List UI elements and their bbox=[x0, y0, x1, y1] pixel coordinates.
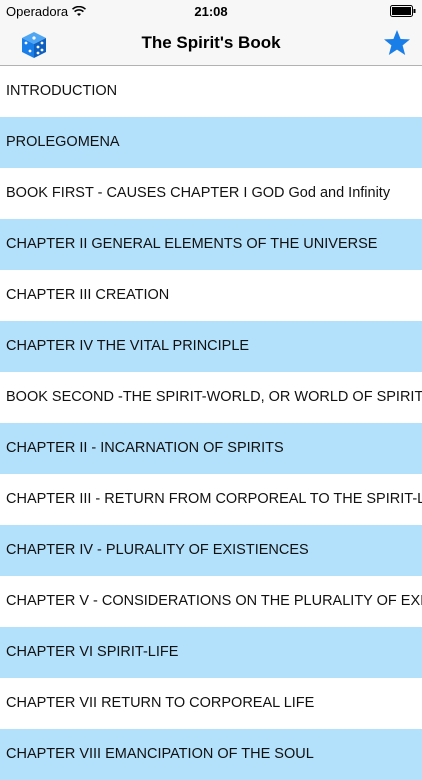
list-item[interactable]: CHAPTER V - CONSIDERATIONS ON THE PLURAL… bbox=[0, 576, 422, 627]
list-item[interactable]: CHAPTER VI SPIRIT-LIFE bbox=[0, 627, 422, 678]
list-item[interactable]: BOOK FIRST - CAUSES CHAPTER I GOD God an… bbox=[0, 168, 422, 219]
battery-icon bbox=[390, 5, 416, 20]
list-item[interactable]: CHAPTER IV THE VITAL PRINCIPLE bbox=[0, 321, 422, 372]
page-title: The Spirit's Book bbox=[141, 33, 281, 52]
list-item[interactable]: CHAPTER II - INCARNATION OF SPIRITS bbox=[0, 423, 422, 474]
list-item[interactable]: CHAPTER IV - PLURALITY OF EXISTIENCES bbox=[0, 525, 422, 576]
star-icon[interactable] bbox=[382, 28, 412, 58]
navigation-bar: The Spirit's Book bbox=[0, 22, 422, 66]
list-item[interactable]: BOOK SECOND -THE SPIRIT-WORLD, OR WORLD … bbox=[0, 372, 422, 423]
status-bar: Operadora 21:08 bbox=[0, 0, 422, 22]
list-item[interactable]: CHAPTER II GENERAL ELEMENTS OF THE UNIVE… bbox=[0, 219, 422, 270]
list-item[interactable]: CHAPTER VIII EMANCIPATION OF THE SOUL bbox=[0, 729, 422, 780]
list-item[interactable]: PROLEGOMENA bbox=[0, 117, 422, 168]
list-item[interactable]: CHAPTER III CREATION bbox=[0, 270, 422, 321]
list-item[interactable]: CHAPTER III - RETURN FROM CORPOREAL TO T… bbox=[0, 474, 422, 525]
list-item[interactable]: CHAPTER VII RETURN TO CORPOREAL LIFE bbox=[0, 678, 422, 729]
status-time: 21:08 bbox=[194, 4, 228, 19]
list-item[interactable]: INTRODUCTION bbox=[0, 66, 422, 117]
chapter-list: INTRODUCTION PROLEGOMENA BOOK FIRST - CAUS… bbox=[0, 66, 422, 780]
